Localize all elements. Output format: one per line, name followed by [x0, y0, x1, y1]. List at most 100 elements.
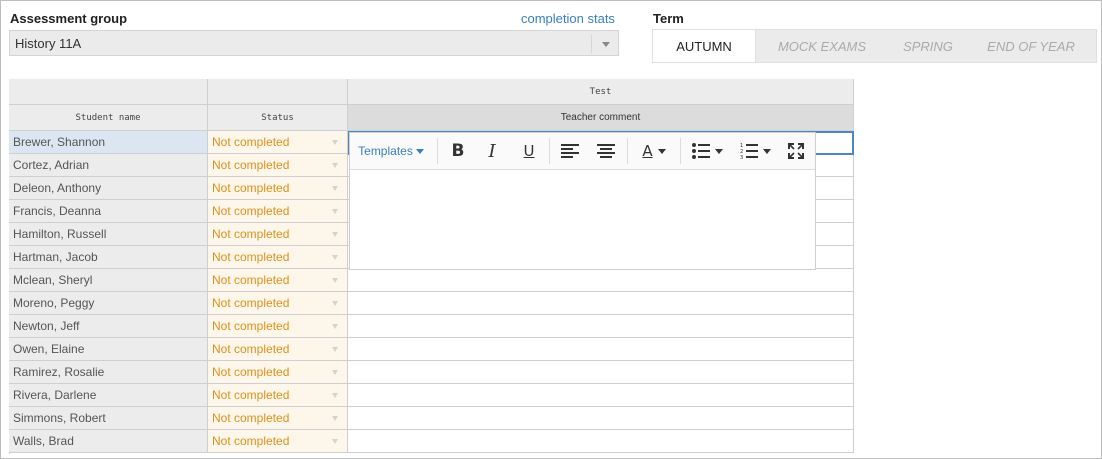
- chevron-down-icon[interactable]: [332, 140, 338, 145]
- status-cell[interactable]: Not completed: [208, 384, 348, 407]
- comment-text-area[interactable]: [350, 170, 815, 269]
- status-cell[interactable]: Not completed: [208, 223, 348, 246]
- toolbar-divider: [437, 138, 438, 164]
- chevron-down-icon[interactable]: [332, 255, 338, 260]
- status-cell[interactable]: Not completed: [208, 177, 348, 200]
- student-name-cell[interactable]: Rivera, Darlene: [9, 384, 208, 407]
- bullet-list-icon[interactable]: [686, 133, 728, 169]
- chevron-down-icon[interactable]: [332, 186, 338, 191]
- gradebook-panel: Assessment group completion stats Histor…: [0, 0, 1102, 459]
- comment-editor[interactable]: Templates B I U A 123: [349, 132, 816, 270]
- status-value: Not completed: [212, 227, 290, 241]
- student-name-cell[interactable]: Brewer, Shannon: [9, 131, 208, 154]
- status-cell[interactable]: Not completed: [208, 154, 348, 177]
- status-cell[interactable]: Not completed: [208, 338, 348, 361]
- status-value: Not completed: [212, 181, 290, 195]
- student-name-cell[interactable]: Deleon, Anthony: [9, 177, 208, 200]
- student-name-cell[interactable]: Hamilton, Russell: [9, 223, 208, 246]
- header-blank-name: [9, 79, 208, 105]
- status-cell[interactable]: Not completed: [208, 131, 348, 154]
- status-cell[interactable]: Not completed: [208, 361, 348, 384]
- student-name-cell[interactable]: Cortez, Adrian: [9, 154, 208, 177]
- student-name-cell[interactable]: Moreno, Peggy: [9, 292, 208, 315]
- student-name-cell[interactable]: Hartman, Jacob: [9, 246, 208, 269]
- chevron-down-icon[interactable]: [332, 278, 338, 283]
- chevron-down-icon[interactable]: [332, 439, 338, 444]
- status-cell[interactable]: Not completed: [208, 430, 348, 453]
- status-value: Not completed: [212, 319, 290, 333]
- assessment-group-select[interactable]: History 11A: [9, 30, 619, 56]
- tab-end-of-year[interactable]: END OF YEAR: [968, 30, 1094, 62]
- tab-autumn[interactable]: AUTUMN: [653, 30, 756, 62]
- status-cell[interactable]: Not completed: [208, 246, 348, 269]
- templates-dropdown[interactable]: Templates: [356, 133, 426, 169]
- completion-stats-link[interactable]: completion stats: [521, 11, 615, 26]
- assessment-group-label: Assessment group: [10, 11, 128, 26]
- student-name-cell[interactable]: Ramirez, Rosalie: [9, 361, 208, 384]
- font-color-glyph: A: [642, 142, 653, 160]
- chevron-down-icon: [714, 148, 723, 154]
- status-value: Not completed: [212, 296, 290, 310]
- status-value: Not completed: [212, 158, 290, 172]
- chevron-down-icon[interactable]: [332, 370, 338, 375]
- bold-icon[interactable]: B: [446, 133, 470, 169]
- header-status[interactable]: Status: [208, 105, 348, 131]
- student-name-cell[interactable]: Owen, Elaine: [9, 338, 208, 361]
- status-cell[interactable]: Not completed: [208, 269, 348, 292]
- tab-spring[interactable]: SPRING: [888, 30, 968, 62]
- chevron-down-icon: [657, 148, 666, 154]
- templates-label: Templates: [358, 144, 413, 158]
- toolbar-divider: [549, 138, 550, 164]
- status-cell[interactable]: Not completed: [208, 407, 348, 430]
- chevron-down-icon[interactable]: [332, 163, 338, 168]
- status-value: Not completed: [212, 250, 290, 264]
- numbered-list-icon[interactable]: 123: [734, 133, 776, 169]
- underline-icon[interactable]: U: [517, 133, 541, 169]
- status-value: Not completed: [212, 388, 290, 402]
- student-name-cell[interactable]: Newton, Jeff: [9, 315, 208, 338]
- status-value: Not completed: [212, 365, 290, 379]
- chevron-down-icon[interactable]: [602, 42, 610, 47]
- status-cell[interactable]: Not completed: [208, 315, 348, 338]
- align-center-icon[interactable]: [594, 133, 618, 169]
- header-teacher-comment[interactable]: Teacher comment: [348, 105, 854, 131]
- teacher-comment-cell[interactable]: [348, 269, 854, 292]
- assessment-group-value: History 11A: [15, 36, 82, 51]
- student-name-cell[interactable]: Mclean, Sheryl: [9, 269, 208, 292]
- editor-toolbar: Templates B I U A 123: [350, 133, 815, 170]
- status-cell[interactable]: Not completed: [208, 200, 348, 223]
- chevron-down-icon[interactable]: [332, 347, 338, 352]
- teacher-comment-cell[interactable]: [348, 292, 854, 315]
- chevron-down-icon[interactable]: [332, 393, 338, 398]
- status-value: Not completed: [212, 204, 290, 218]
- align-left-icon[interactable]: [558, 133, 582, 169]
- teacher-comment-cell[interactable]: [348, 315, 854, 338]
- header-blank-status: [208, 79, 348, 105]
- student-name-cell[interactable]: Francis, Deanna: [9, 200, 208, 223]
- chevron-down-icon: [415, 148, 424, 154]
- student-name-cell[interactable]: Walls, Brad: [9, 430, 208, 453]
- chevron-down-icon[interactable]: [332, 324, 338, 329]
- teacher-comment-cell[interactable]: [348, 361, 854, 384]
- term-label: Term: [653, 11, 684, 26]
- svg-text:3: 3: [740, 155, 743, 159]
- chevron-down-icon[interactable]: [332, 232, 338, 237]
- font-color-icon[interactable]: A: [634, 133, 674, 169]
- header-student-name[interactable]: Student name: [9, 105, 208, 131]
- status-cell[interactable]: Not completed: [208, 292, 348, 315]
- teacher-comment-cell[interactable]: [348, 384, 854, 407]
- teacher-comment-cell[interactable]: [348, 407, 854, 430]
- status-value: Not completed: [212, 434, 290, 448]
- italic-icon[interactable]: I: [480, 133, 504, 169]
- tab-mock-exams[interactable]: MOCK EXAMS: [756, 30, 888, 62]
- student-name-cell[interactable]: Simmons, Robert: [9, 407, 208, 430]
- teacher-comment-cell[interactable]: [348, 430, 854, 453]
- chevron-down-icon[interactable]: [332, 209, 338, 214]
- teacher-comment-cell[interactable]: [348, 338, 854, 361]
- term-tabs: AUTUMN MOCK EXAMS SPRING END OF YEAR: [652, 29, 1097, 63]
- chevron-down-icon[interactable]: [332, 416, 338, 421]
- chevron-down-icon: [762, 148, 771, 154]
- toolbar-divider: [627, 138, 628, 164]
- fullscreen-icon[interactable]: [784, 133, 808, 169]
- chevron-down-icon[interactable]: [332, 301, 338, 306]
